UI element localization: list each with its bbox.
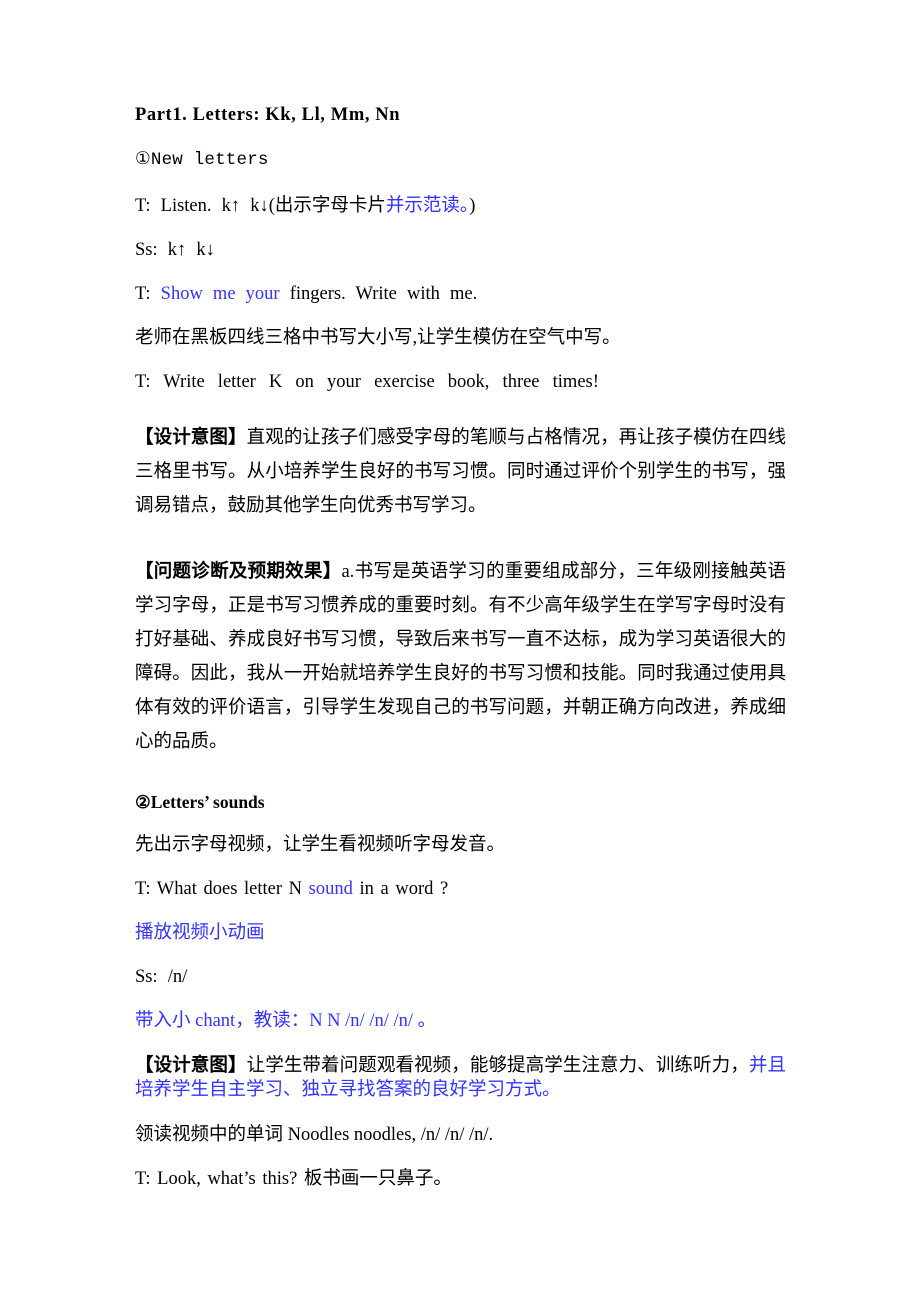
design-intent-label-2: 【设计意图】 [135,1056,247,1076]
line-students-sound: Ss: /n/ [135,967,188,987]
line-teacher-listen-highlight: 并示范读。 [385,196,470,216]
line-board-note: 老师在黑板四线三格中书写大小写,让学生模仿在空气中写。 [135,328,621,348]
document-content: Part1. Letters: Kk, Ll, Mm, Nn ①New lett… [135,104,786,1212]
line-lead-read: 领读视频中的单词 Noodles noodles, /n/ /n/ /n/. [135,1125,494,1145]
diagnosis-label: 【问题诊断及预期效果】 [135,562,342,582]
design-intent-body-2-black: 让学生带着问题观看视频，能够提高学生注意力、训练听力， [246,1056,749,1076]
line-question-pre: T: What does letter N [135,879,309,899]
design-intent-label-1: 【设计意图】 [135,428,247,448]
page-title: Part1. Letters: Kk, Ll, Mm, Nn [135,105,401,125]
document-page: Part1. Letters: Kk, Ll, Mm, Nn ①New lett… [0,0,920,1302]
line-show-me-your-fingers: T: Show me your fingers. Write with me. [135,283,786,305]
line-look-whats-this: T: Look, what’s this? 板书画一只鼻子。 [135,1169,452,1189]
line-question-highlight: sound [308,879,353,899]
line-video-intro: 先出示字母视频，让学生看视频听字母发音。 [135,835,506,855]
line-show-highlight: Show me your [160,284,280,304]
section1-heading: ①New letters [135,150,269,170]
line-question-post: in a word ? [352,879,449,899]
line-show-prefix: T: [135,284,161,304]
line-students-response: Ss: k↑ k↓ [135,240,215,260]
line-teacher-listen-pre: T: Listen. k↑ k↓(出示字母卡片 [135,196,386,216]
line-write-letter-k: T: Write letter K on your exercise book,… [135,372,599,392]
diagnosis-block: 【问题诊断及预期效果】a.书写是英语学习的重要组成部分，三年级刚接触英语学习字母… [135,555,786,759]
line-chant: 带入小 chant，教读：N N /n/ /n/ /n/ 。 [135,1011,437,1031]
line-play-video: 播放视频小动画 [135,923,265,943]
line-teacher-listen: T: Listen. k↑ k↓(出示字母卡片并示范读。) [135,195,786,217]
line-teacher-listen-post: ) [469,196,476,216]
diagnosis-body: a.书写是英语学习的重要组成部分，三年级刚接触英语学习字母，正是书写习惯养成的重… [135,562,786,752]
line-show-rest: fingers. Write with me. [279,284,478,304]
line-question-sound: T: What does letter N sound in a word ? [135,878,786,900]
design-intent-block-1: 【设计意图】直观的让孩子们感受字母的笔顺与占格情况，再让孩子模仿在四线三格里书写… [135,421,786,523]
section2-heading: ②Letters’ sounds [135,792,265,812]
design-intent-block-2: 【设计意图】让学生带着问题观看视频，能够提高学生注意力、训练听力，并且培养学生自… [135,1054,786,1102]
